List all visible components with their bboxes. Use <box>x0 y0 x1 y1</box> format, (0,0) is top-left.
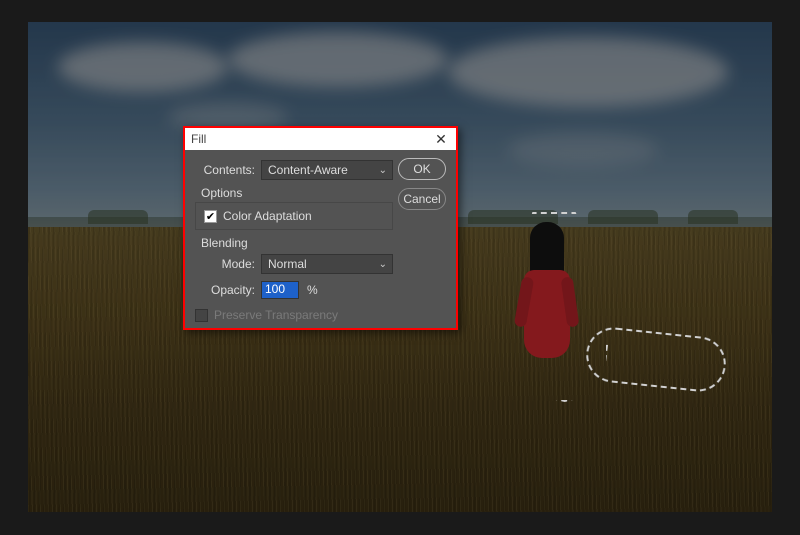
image-canvas[interactable]: Fill ✕ OK Cancel Contents: Content-Aware… <box>28 22 772 512</box>
preserve-transparency-label: Preserve Transparency <box>214 308 338 322</box>
preserve-transparency-checkbox: Preserve Transparency <box>195 308 393 322</box>
contents-value: Content-Aware <box>268 163 348 177</box>
options-section-label: Options <box>201 186 393 200</box>
color-adaptation-checkbox[interactable]: ✔ Color Adaptation <box>204 209 384 223</box>
checkbox-unchecked-icon <box>195 309 208 322</box>
blending-section-label: Blending <box>201 236 393 250</box>
color-adaptation-label: Color Adaptation <box>223 209 312 223</box>
opacity-unit: % <box>307 283 318 297</box>
contents-label: Contents: <box>195 163 261 177</box>
ok-button[interactable]: OK <box>398 158 446 180</box>
cancel-button[interactable]: Cancel <box>398 188 446 210</box>
dialog-titlebar[interactable]: Fill ✕ <box>185 128 456 150</box>
mode-label: Mode: <box>195 257 261 271</box>
opacity-label: Opacity: <box>195 283 261 297</box>
chevron-down-icon: ⌄ <box>379 259 387 270</box>
close-icon: ✕ <box>435 131 447 148</box>
blending-group: Mode: Normal ⌄ Opacity: 100 % <box>195 252 393 302</box>
dialog-title: Fill <box>191 132 206 146</box>
close-button[interactable]: ✕ <box>432 130 450 148</box>
checkbox-checked-icon: ✔ <box>204 210 217 223</box>
mode-select[interactable]: Normal ⌄ <box>261 254 393 274</box>
chevron-down-icon: ⌄ <box>379 165 387 176</box>
fill-dialog: Fill ✕ OK Cancel Contents: Content-Aware… <box>183 126 458 330</box>
mode-value: Normal <box>268 257 307 271</box>
contents-select[interactable]: Content-Aware ⌄ <box>261 160 393 180</box>
opacity-input[interactable]: 100 <box>261 281 299 299</box>
options-group: ✔ Color Adaptation <box>195 202 393 230</box>
